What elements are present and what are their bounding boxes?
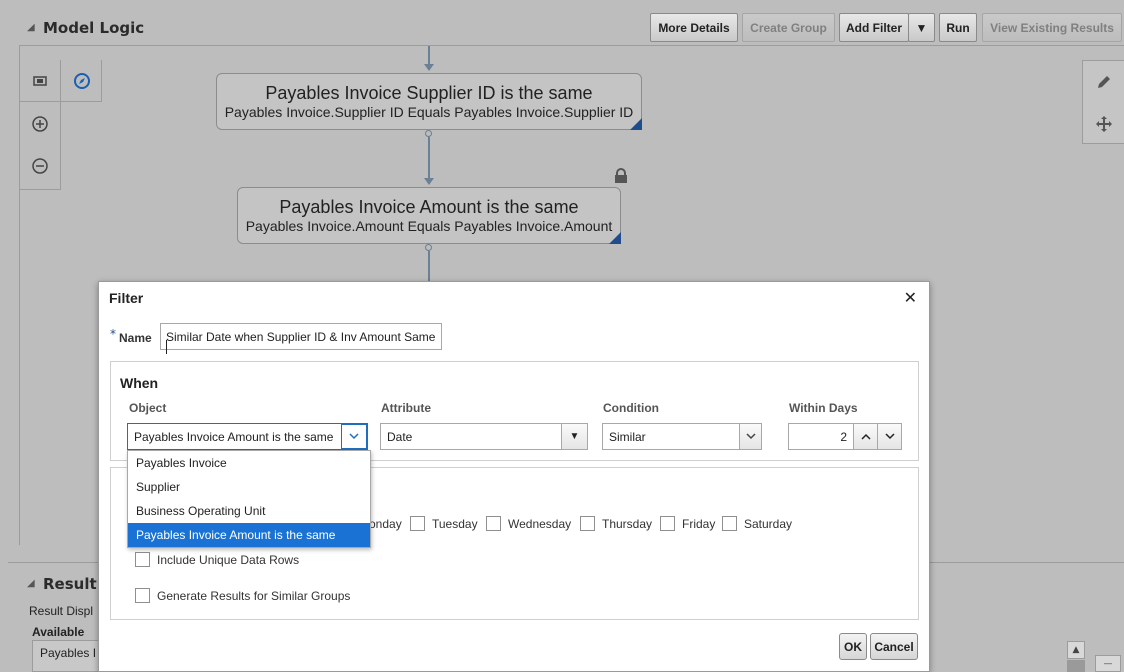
within-days-spinner[interactable]: 2 (788, 423, 902, 450)
flow-connector (428, 137, 430, 179)
scrollbar-thumb[interactable] (1067, 660, 1085, 672)
node-subtitle: Payables Invoice.Supplier ID Equals Paya… (224, 104, 634, 120)
name-label: Name (119, 331, 152, 345)
include-unique-checkbox[interactable] (135, 552, 150, 567)
object-select[interactable]: Payables Invoice Amount is the same (127, 423, 368, 450)
available-label: Available (32, 625, 85, 639)
within-days-value: 2 (840, 430, 847, 444)
add-filter-button[interactable]: Add Filter (839, 13, 909, 42)
flow-connector (428, 251, 430, 281)
flow-node-amount[interactable]: Payables Invoice Amount is the same Paya… (237, 187, 621, 244)
dropdown-option[interactable]: Supplier (128, 475, 370, 499)
flow-connector (428, 46, 430, 66)
day-label: Friday (682, 517, 716, 531)
flow-arrow-icon (424, 64, 434, 71)
collapse-triangle-icon[interactable]: ◢ (27, 22, 35, 33)
when-title: When (120, 375, 159, 391)
dropdown-option-selected[interactable]: Payables Invoice Amount is the same (128, 523, 370, 547)
required-asterisk: * (110, 327, 116, 341)
flow-port[interactable] (425, 244, 432, 251)
generate-similar-checkbox[interactable] (135, 588, 150, 603)
resize-corner-icon[interactable] (630, 118, 642, 130)
collapse-triangle-icon[interactable]: ◢ (27, 578, 35, 589)
day-checkbox-friday[interactable] (660, 516, 675, 531)
cancel-button[interactable]: Cancel (870, 633, 918, 660)
close-icon[interactable]: ✕ (904, 288, 917, 307)
pencil-icon[interactable] (1093, 71, 1115, 93)
object-dropdown-list: Payables Invoice Supplier Business Opera… (127, 450, 371, 548)
scroll-up-icon[interactable]: ▲ (1067, 641, 1085, 659)
ok-button[interactable]: OK (839, 633, 867, 660)
run-button[interactable]: Run (939, 13, 977, 42)
compass-icon[interactable] (71, 70, 93, 92)
add-filter-dropdown-button[interactable]: ▼ (908, 13, 935, 42)
create-group-button[interactable]: Create Group (742, 13, 835, 42)
include-unique-label: Include Unique Data Rows (157, 553, 300, 567)
available-list-item[interactable]: Payables I (40, 646, 96, 660)
attribute-select[interactable]: Date ▼ (380, 423, 588, 450)
result-display-label: Result Displ (29, 604, 94, 618)
lock-icon (610, 165, 632, 187)
zoom-in-icon[interactable] (29, 113, 51, 135)
decrement-icon[interactable] (877, 424, 901, 449)
day-label: Wednesday (508, 517, 572, 531)
day-label: onday (369, 517, 402, 531)
generate-similar-label: Generate Results for Similar Groups (157, 589, 351, 603)
node-title: Payables Invoice Supplier ID is the same (265, 83, 593, 103)
day-label: Thursday (602, 517, 653, 531)
view-existing-results-button[interactable]: View Existing Results (982, 13, 1122, 42)
increment-icon[interactable] (853, 424, 877, 449)
move-icon[interactable] (1093, 113, 1115, 135)
fit-to-screen-icon[interactable] (29, 70, 51, 92)
dialog-title: Filter (109, 290, 144, 306)
zoom-out-icon[interactable] (29, 155, 51, 177)
panel-title: Model Logic (43, 19, 145, 37)
more-details-button[interactable]: More Details (650, 13, 738, 42)
dropdown-option[interactable]: Payables Invoice (128, 451, 370, 475)
flow-port[interactable] (425, 130, 432, 137)
dropdown-option[interactable]: Business Operating Unit (128, 499, 370, 523)
node-title: Payables Invoice Amount is the same (279, 197, 579, 217)
object-label: Object (129, 401, 167, 415)
condition-select[interactable]: Similar (602, 423, 762, 450)
day-label: Saturday (744, 517, 793, 531)
chevron-down-icon[interactable] (341, 424, 367, 449)
chevron-down-icon[interactable] (739, 424, 761, 449)
day-checkbox-thursday[interactable] (580, 516, 595, 531)
attribute-select-value: Date (387, 429, 413, 444)
node-subtitle: Payables Invoice.Amount Equals Payables … (245, 218, 613, 234)
text-caret (166, 340, 167, 354)
day-label: Tuesday (432, 517, 478, 531)
day-checkbox-wednesday[interactable] (486, 516, 501, 531)
day-checkbox-tuesday[interactable] (410, 516, 425, 531)
caret-down-icon: ▼ (915, 20, 928, 35)
name-input[interactable]: Similar Date when Supplier ID & Inv Amou… (160, 323, 442, 350)
resize-corner-icon[interactable] (609, 232, 621, 244)
caret-down-icon[interactable]: ▼ (561, 424, 587, 449)
within-days-label: Within Days (789, 401, 858, 415)
collapse-arrow-icon[interactable]: — (1095, 655, 1121, 672)
attribute-label: Attribute (381, 401, 431, 415)
object-select-value: Payables Invoice Amount is the same (134, 429, 334, 444)
flow-node-supplier-id[interactable]: Payables Invoice Supplier ID is the same… (216, 73, 642, 130)
condition-label: Condition (603, 401, 659, 415)
flow-arrow-icon (424, 178, 434, 185)
condition-select-value: Similar (609, 429, 646, 444)
day-checkbox-saturday[interactable] (722, 516, 737, 531)
